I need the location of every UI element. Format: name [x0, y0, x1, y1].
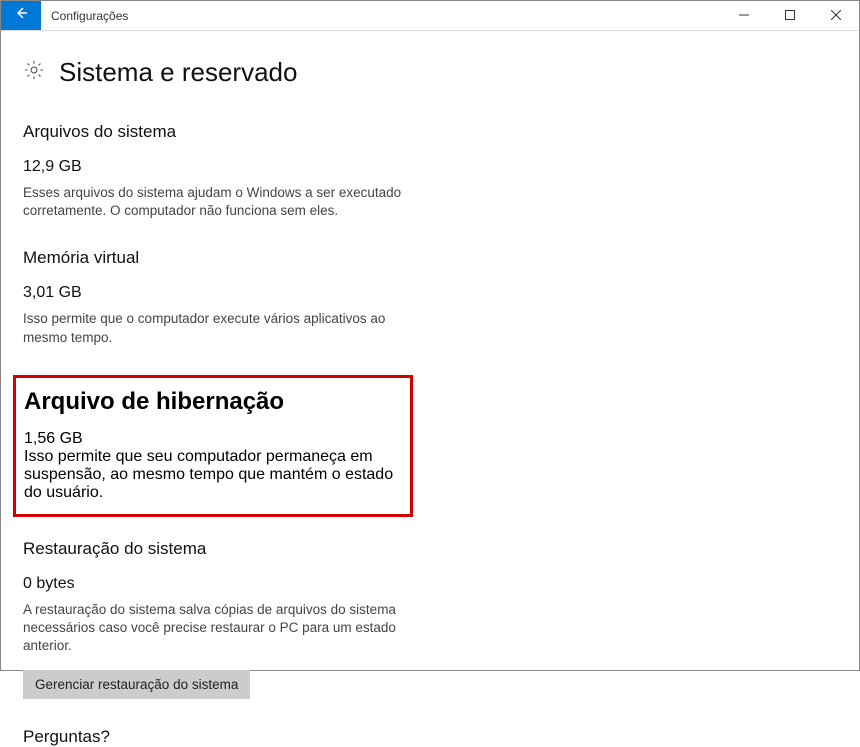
back-button[interactable]: [1, 1, 41, 30]
section-title: Memória virtual: [23, 248, 423, 268]
maximize-icon: [785, 7, 795, 25]
window-controls: [721, 1, 859, 30]
close-icon: [831, 7, 841, 25]
size-value: 1,56 GB: [24, 430, 402, 448]
section-description: A restauração do sistema salva cópias de…: [23, 601, 423, 656]
size-value: 12,9 GB: [23, 158, 423, 176]
content-area: Sistema e reservado Arquivos do sistema …: [1, 31, 859, 747]
titlebar: Configurações: [1, 1, 859, 31]
section-title: Arquivo de hibernação: [24, 388, 402, 416]
size-value: 0 bytes: [23, 575, 423, 593]
manage-restore-button[interactable]: Gerenciar restauração do sistema: [23, 670, 250, 699]
gear-icon: [23, 59, 45, 86]
arrow-left-icon: [13, 5, 29, 26]
section-hibernation-highlighted: Arquivo de hibernação 1,56 GB Isso permi…: [13, 375, 413, 517]
close-button[interactable]: [813, 1, 859, 30]
section-system-restore: Restauração do sistema 0 bytes A restaur…: [23, 539, 423, 699]
section-title: Restauração do sistema: [23, 539, 423, 559]
page-header: Sistema e reservado: [23, 57, 837, 88]
section-system-files: Arquivos do sistema 12,9 GB Esses arquiv…: [23, 122, 423, 220]
section-description: Esses arquivos do sistema ajudam o Windo…: [23, 184, 423, 220]
page-title: Sistema e reservado: [59, 57, 297, 88]
section-title: Arquivos do sistema: [23, 122, 423, 142]
maximize-button[interactable]: [767, 1, 813, 30]
questions-heading: Perguntas?: [23, 727, 837, 747]
section-virtual-memory: Memória virtual 3,01 GB Isso permite que…: [23, 248, 423, 346]
window-title: Configurações: [41, 1, 138, 30]
section-description: Isso permite que o computador execute vá…: [23, 310, 423, 346]
section-description: Isso permite que seu computador permaneç…: [24, 448, 402, 502]
minimize-button[interactable]: [721, 1, 767, 30]
size-value: 3,01 GB: [23, 284, 423, 302]
minimize-icon: [739, 7, 749, 25]
